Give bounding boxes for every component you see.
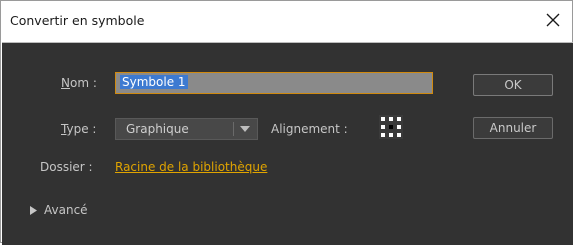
dialog-title: Convertir en symbole (10, 13, 145, 28)
symbol-name-input[interactable]: Symbole 1 (115, 72, 433, 94)
cancel-button[interactable]: Annuler (473, 117, 553, 139)
name-label-accelerator: N (61, 76, 70, 90)
name-label-text: om : (69, 76, 97, 90)
type-label: Type : (61, 122, 96, 136)
alignment-label: Alignement : (271, 122, 348, 136)
convert-to-symbol-dialog: Convertir en symbole Nom : Symbole 1 OK … (0, 0, 573, 245)
dialog-body: Nom : Symbole 1 OK Type : Graphique Alig… (2, 42, 573, 245)
triangle-right-icon (30, 206, 37, 215)
advanced-label: Avancé (44, 203, 88, 217)
symbol-name-value: Symbole 1 (120, 75, 188, 89)
close-icon (546, 13, 560, 27)
symbol-type-dropdown[interactable]: Graphique (115, 118, 258, 140)
name-label: Nom : (61, 76, 97, 90)
folder-label: Dossier : (40, 160, 93, 174)
chevron-down-icon (240, 126, 250, 132)
type-label-text: ype : (66, 122, 97, 136)
folder-link[interactable]: Racine de la bibliothèque (115, 160, 267, 174)
title-bar: Convertir en symbole (1, 1, 572, 41)
registration-grid[interactable] (379, 115, 403, 139)
registration-point-grid-icon (379, 115, 403, 139)
dropdown-separator (233, 122, 234, 136)
close-button[interactable] (542, 9, 564, 31)
ok-button[interactable]: OK (473, 74, 553, 96)
symbol-type-value: Graphique (126, 122, 189, 136)
